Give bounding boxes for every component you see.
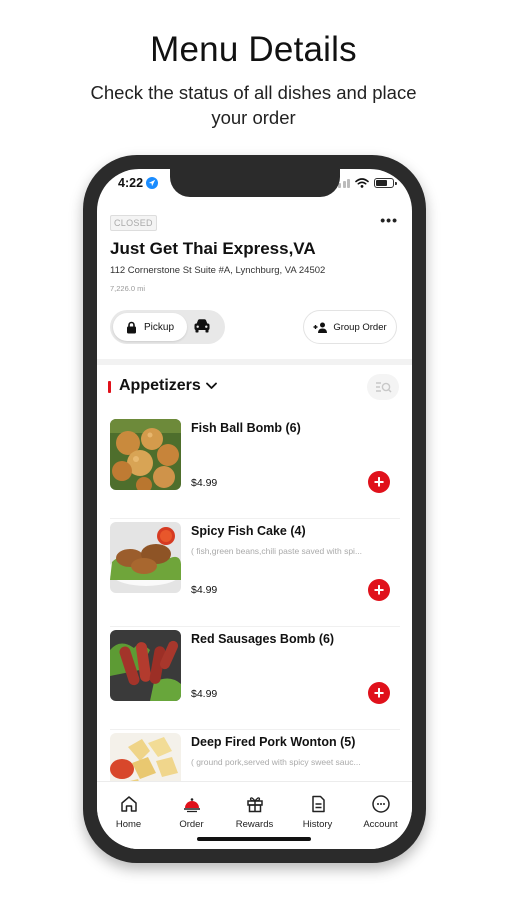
order-icon [183, 798, 200, 813]
restaurant-name: Just Get Thai Express,VA [110, 239, 316, 258]
category-selector[interactable]: Appetizers [119, 377, 217, 395]
dish-image-red-sausages-bomb [110, 630, 181, 701]
car-icon [194, 319, 210, 333]
group-order-label: Group Order [333, 321, 387, 333]
account-icon [371, 795, 390, 813]
status-icons [333, 178, 397, 188]
category-title: Appetizers [119, 377, 201, 394]
more-options-icon[interactable]: ••• [380, 212, 398, 228]
phone-notch [170, 169, 340, 197]
tab-home[interactable]: Home [99, 794, 159, 849]
plus-icon: + [373, 580, 385, 600]
gift-icon [246, 797, 263, 813]
item-name: Fish Ball Bomb (6) [191, 421, 301, 435]
menu-item[interactable]: Spicy Fish Cake (4) ( fish,green beans,c… [110, 522, 400, 627]
menu-item[interactable]: Red Sausages Bomb (6) $4.99 + [110, 630, 400, 730]
dish-image-fish-ball-bomb [110, 419, 181, 490]
app-screen: 4:22 CLOSED ••• Just Get Thai Express,VA… [97, 169, 412, 849]
group-order-button[interactable]: Group Order [303, 310, 397, 344]
lock-icon [126, 321, 136, 333]
item-name: Red Sausages Bomb (6) [191, 632, 335, 646]
delivery-option[interactable] [193, 318, 211, 339]
add-item-button[interactable]: + [368, 471, 390, 493]
home-icon [120, 796, 137, 812]
dish-image-spicy-fish-cake [110, 522, 181, 593]
tab-label: Account [363, 819, 398, 830]
menu-item[interactable]: Fish Ball Bomb (6) $4.99 + [110, 419, 400, 519]
plus-icon: + [373, 683, 385, 703]
item-description: ( fish,green beans,chili paste saved wit… [191, 546, 363, 556]
battery-icon [374, 178, 397, 188]
chevron-down-icon [205, 382, 217, 389]
home-indicator [197, 837, 311, 841]
pickup-label: Pickup [143, 321, 174, 333]
status-time-text: 4:22 [118, 176, 144, 190]
menu-search-button[interactable] [367, 374, 399, 400]
receipt-icon [311, 795, 325, 813]
restaurant-address: 112 Cornerstone St Suite #A, Lynchburg, … [110, 265, 326, 276]
tab-label: History [302, 819, 333, 830]
item-name: Spicy Fish Cake (4) [191, 524, 306, 538]
phone-frame: 4:22 CLOSED ••• Just Get Thai Express,VA… [83, 155, 426, 863]
list-search-icon [375, 381, 392, 393]
tab-account[interactable]: Account [351, 794, 411, 849]
add-item-button[interactable]: + [368, 579, 390, 601]
item-price: $4.99 [191, 688, 218, 700]
tab-label: Home [115, 819, 142, 830]
item-price: $4.99 [191, 477, 218, 489]
tab-label: Order [179, 819, 204, 830]
item-name: Deep Fired Pork Wonton (5) [191, 735, 356, 749]
pickup-option[interactable]: Pickup [113, 313, 187, 341]
item-price: $4.99 [191, 584, 218, 596]
plus-icon: + [373, 472, 385, 492]
status-time: 4:22 [118, 176, 159, 190]
promo-subtitle: Check the status of all dishes and place… [90, 82, 417, 128]
item-description: ( ground pork,served with spicy sweet sa… [191, 757, 361, 767]
add-item-button[interactable]: + [368, 682, 390, 704]
category-marker [108, 381, 111, 393]
add-person-icon [313, 322, 328, 333]
restaurant-distance: 7,226.0 mi [110, 284, 146, 293]
order-mode-toggle: Pickup [110, 310, 225, 344]
section-divider [97, 359, 412, 365]
wifi-icon [355, 178, 369, 188]
location-arrow-icon [146, 177, 159, 189]
promo-title: Menu Details [150, 30, 357, 69]
tab-label: Rewards [235, 819, 274, 830]
status-badge: CLOSED [110, 215, 157, 231]
